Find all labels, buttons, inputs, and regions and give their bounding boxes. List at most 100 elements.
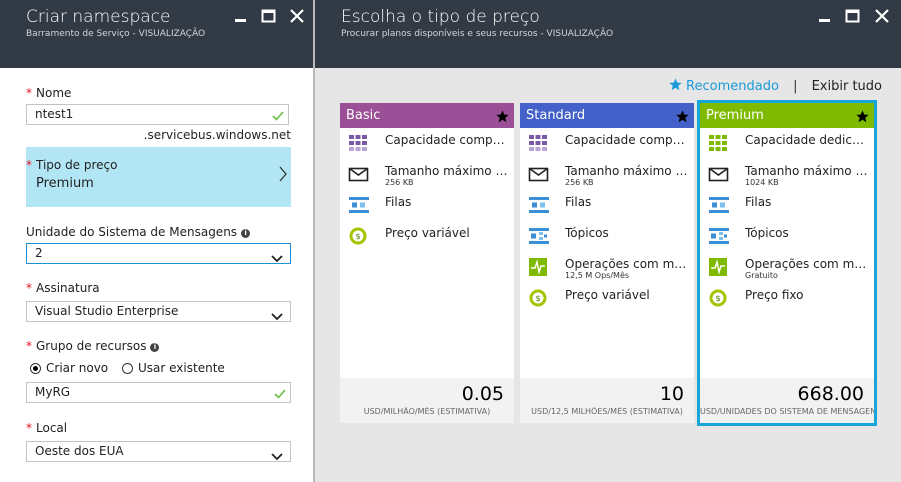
blade-header: Escolha o tipo de preço Procurar planos …: [315, 0, 901, 68]
subscription-select[interactable]: Visual Studio Enterprise: [26, 301, 291, 322]
radio-selected-icon: [30, 363, 41, 374]
price-icon: $: [708, 288, 728, 308]
chevron-down-icon: [271, 308, 283, 327]
resource-group-value: MyRG: [35, 385, 71, 399]
message-size-icon: [348, 164, 369, 184]
name-input[interactable]: ntest1: [26, 104, 289, 125]
pricing-card-standard[interactable]: Standard Capacidade compartilhada Tamanho …: [520, 103, 694, 423]
feature-row: Operações com mensagensGratuito: [700, 255, 874, 285]
card-price-unit: USD/UNIDADES DO SISTEMA DE MENSAGENS/MÊS…: [700, 407, 874, 416]
blade-subtitle: Procurar planos disponíveis e seus recur…: [341, 29, 614, 39]
close-icon[interactable]: [873, 7, 891, 25]
card-header: Standard: [520, 103, 694, 128]
card-price: 10: [659, 383, 684, 405]
feature-title: Filas: [565, 195, 592, 209]
star-icon: [676, 107, 689, 133]
feature-row: $ Preço variável: [340, 224, 514, 254]
card-header: Premium: [700, 103, 874, 128]
required-mark: *: [26, 158, 32, 172]
name-label-text: Nome: [36, 86, 72, 100]
pricing-tier-blade: Escolha o tipo de preço Procurar planos …: [315, 0, 901, 482]
feature-row: Capacidade compartilhada: [340, 131, 514, 161]
star-icon: [856, 107, 869, 133]
location-select[interactable]: Oeste dos EUA: [26, 441, 291, 462]
message-size-icon: [528, 164, 549, 184]
feature-row: Filas: [340, 193, 514, 223]
radio-unselected-icon: [122, 363, 133, 374]
feature-title: Tópicos: [565, 226, 609, 240]
feature-title: Capacidade compartilhada: [565, 133, 691, 147]
resource-group-input[interactable]: MyRG: [26, 382, 291, 403]
feature-row: Tamanho máximo da mensagem256 KB: [340, 162, 514, 192]
pricing-tier-selector[interactable]: * Tipo de preço Premium: [26, 147, 291, 207]
feature-row: Operações com mensagens12,5 M Ops/Mês: [520, 255, 694, 285]
resource-group-label: * Grupo de recursos i: [26, 339, 160, 353]
messaging-units-select[interactable]: 2: [26, 243, 291, 264]
queues-icon: [708, 195, 729, 215]
feature-row: Tamanho máximo da mensagem1024 KB: [700, 162, 874, 192]
card-price: 668.00: [797, 383, 864, 405]
subscription-value: Visual Studio Enterprise: [35, 304, 179, 318]
maximize-icon[interactable]: [844, 7, 862, 25]
capacity-icon: [348, 133, 368, 153]
feature-row: Tópicos: [700, 224, 874, 254]
resource-group-label-text: Grupo de recursos: [36, 339, 147, 353]
valid-check-icon: [274, 387, 286, 406]
feature-title: Tamanho máximo da mensagem: [385, 164, 511, 178]
name-input-value: ntest1: [35, 107, 74, 121]
feature-row: Filas: [700, 193, 874, 223]
feature-row: Tamanho máximo da mensagem256 KB: [520, 162, 694, 192]
feature-title: Tamanho máximo da mensagem: [745, 164, 871, 178]
minimize-icon[interactable]: [816, 7, 834, 25]
location-label-text: Local: [36, 421, 68, 435]
link-separator: |: [793, 79, 798, 94]
message-size-icon: [708, 164, 729, 184]
chevron-down-icon: [271, 250, 283, 269]
feature-row: Capacidade compartilhada: [520, 131, 694, 161]
close-icon[interactable]: [288, 7, 306, 25]
chevron-down-icon: [271, 448, 283, 467]
card-title: Standard: [526, 108, 586, 123]
feature-title: Preço variável: [385, 226, 470, 240]
view-all-link[interactable]: Exibir tudo: [812, 79, 882, 94]
queues-icon: [348, 195, 369, 215]
feature-row: Filas: [520, 193, 694, 223]
operations-icon: [708, 257, 728, 277]
maximize-icon[interactable]: [260, 7, 278, 25]
feature-row: Capacidade dedicada: [700, 131, 874, 161]
messaging-units-label-text: Unidade do Sistema de Mensagens: [26, 225, 238, 239]
card-price-unit: USD/12,5 MILHÕES/MÊS (ESTIMATIVA): [531, 407, 683, 416]
create-new-radio[interactable]: Criar novo: [30, 361, 108, 375]
info-icon[interactable]: i: [150, 343, 160, 352]
create-namespace-form: * Nome ntest1 .servicebus.windows.net * Ti…: [0, 68, 313, 482]
use-existing-label: Usar existente: [138, 361, 225, 375]
recommended-link[interactable]: Recomendado: [669, 78, 783, 94]
pricing-card-basic[interactable]: Basic Capacidade compartilhada Tamanho máx…: [340, 103, 514, 423]
blade-header: Criar namespace Barramento de Serviço - …: [0, 0, 313, 68]
pricing-tier-value: Premium: [36, 176, 94, 191]
use-existing-radio[interactable]: Usar existente: [122, 361, 225, 375]
required-mark: *: [26, 339, 32, 353]
minimize-icon[interactable]: [232, 7, 250, 25]
messaging-units-label: Unidade do Sistema de Mensagens i: [26, 225, 251, 239]
info-icon[interactable]: i: [241, 229, 251, 238]
feature-row: $ Preço variável: [520, 286, 694, 316]
pricing-tier-label: * Tipo de preço: [26, 158, 118, 172]
capacity-icon: [528, 133, 548, 153]
feature-title: Tópicos: [745, 226, 789, 240]
card-price-footer: 10 USD/12,5 MILHÕES/MÊS (ESTIMATIVA): [520, 378, 694, 423]
feature-title: Filas: [745, 195, 772, 209]
feature-subtitle: 256 KB: [565, 178, 594, 187]
star-icon: [496, 107, 509, 133]
feature-title: Capacidade compartilhada: [385, 133, 511, 147]
messaging-units-value: 2: [35, 246, 43, 260]
feature-row: Tópicos: [520, 224, 694, 254]
svg-text:$: $: [355, 232, 360, 241]
chevron-right-icon: [278, 166, 288, 186]
feature-title: Capacidade dedicada: [745, 133, 871, 147]
pricing-card-premium[interactable]: Premium Capacidade dedicada Tamanho máximo…: [697, 100, 877, 426]
card-price-unit: USD/MILHÃO/MÊS (ESTIMATIVA): [363, 407, 491, 416]
operations-icon: [528, 257, 548, 277]
feature-title: Filas: [385, 195, 412, 209]
star-icon: [669, 78, 682, 91]
